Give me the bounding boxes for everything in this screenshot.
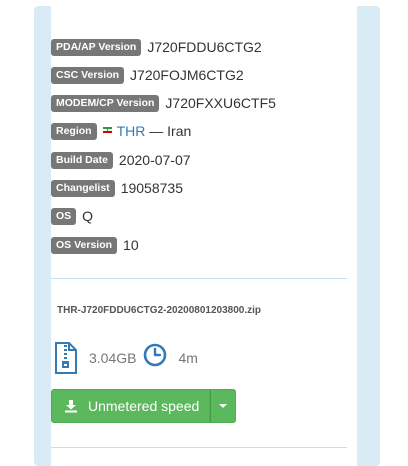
download-options-toggle[interactable] (210, 389, 237, 423)
os-row: OS Q (51, 206, 93, 226)
unmetered-download-button[interactable]: Unmetered speed (51, 389, 211, 423)
os-version-label: OS Version (51, 236, 118, 254)
pda-label: PDA/AP Version (51, 38, 142, 56)
file-size: 3.04GB (89, 350, 137, 366)
firmware-panel: PDA/AP Version J720FDDU6CTG2 CSC Version… (51, 6, 357, 466)
region-name: Iran (167, 123, 192, 139)
os-label: OS (51, 207, 77, 225)
firmware-card: PDA/AP Version J720FDDU6CTG2 CSC Version… (34, 6, 380, 466)
changelist-value: 19058735 (120, 180, 183, 196)
download-icon (65, 400, 77, 413)
divider (51, 278, 347, 279)
clock-icon (144, 343, 167, 367)
csc-value: J720FOJM6CTG2 (130, 67, 244, 83)
changelist-label: Changelist (51, 179, 115, 197)
zip-file-icon (55, 342, 77, 374)
region-row: Region THR — Iran (51, 121, 191, 141)
file-stats: 3.04GB 4m (51, 342, 198, 374)
download-button-group: Unmetered speed (51, 389, 237, 423)
iran-flag-icon (102, 127, 112, 133)
modem-row: MODEM/CP Version J720FXXU6CTF5 (51, 93, 276, 113)
download-button-label: Unmetered speed (88, 398, 200, 414)
file-name: THR-J720FDDU6CTG2-20200801203800.zip (57, 305, 261, 316)
modem-label: MODEM/CP Version (51, 94, 160, 112)
build-date-value: 2020-07-07 (118, 152, 191, 168)
divider-bottom (51, 447, 347, 448)
region-separator: — (145, 123, 168, 139)
region-label: Region (51, 122, 97, 140)
pda-value: J720FDDU6CTG2 (147, 39, 262, 55)
modem-value: J720FXXU6CTF5 (165, 95, 276, 111)
pda-row: PDA/AP Version J720FDDU6CTG2 (51, 37, 262, 57)
csc-label: CSC Version (51, 66, 125, 84)
os-version-value: 10 (123, 237, 139, 253)
build-date-row: Build Date 2020-07-07 (51, 150, 191, 170)
os-version-row: OS Version 10 (51, 235, 139, 255)
build-date-label: Build Date (51, 151, 113, 169)
changelist-row: Changelist 19058735 (51, 178, 183, 198)
download-time: 4m (178, 350, 198, 366)
os-value: Q (82, 208, 94, 224)
region-code-link[interactable]: THR (117, 123, 146, 139)
csc-row: CSC Version J720FOJM6CTG2 (51, 65, 244, 85)
caret-down-icon (219, 404, 228, 408)
